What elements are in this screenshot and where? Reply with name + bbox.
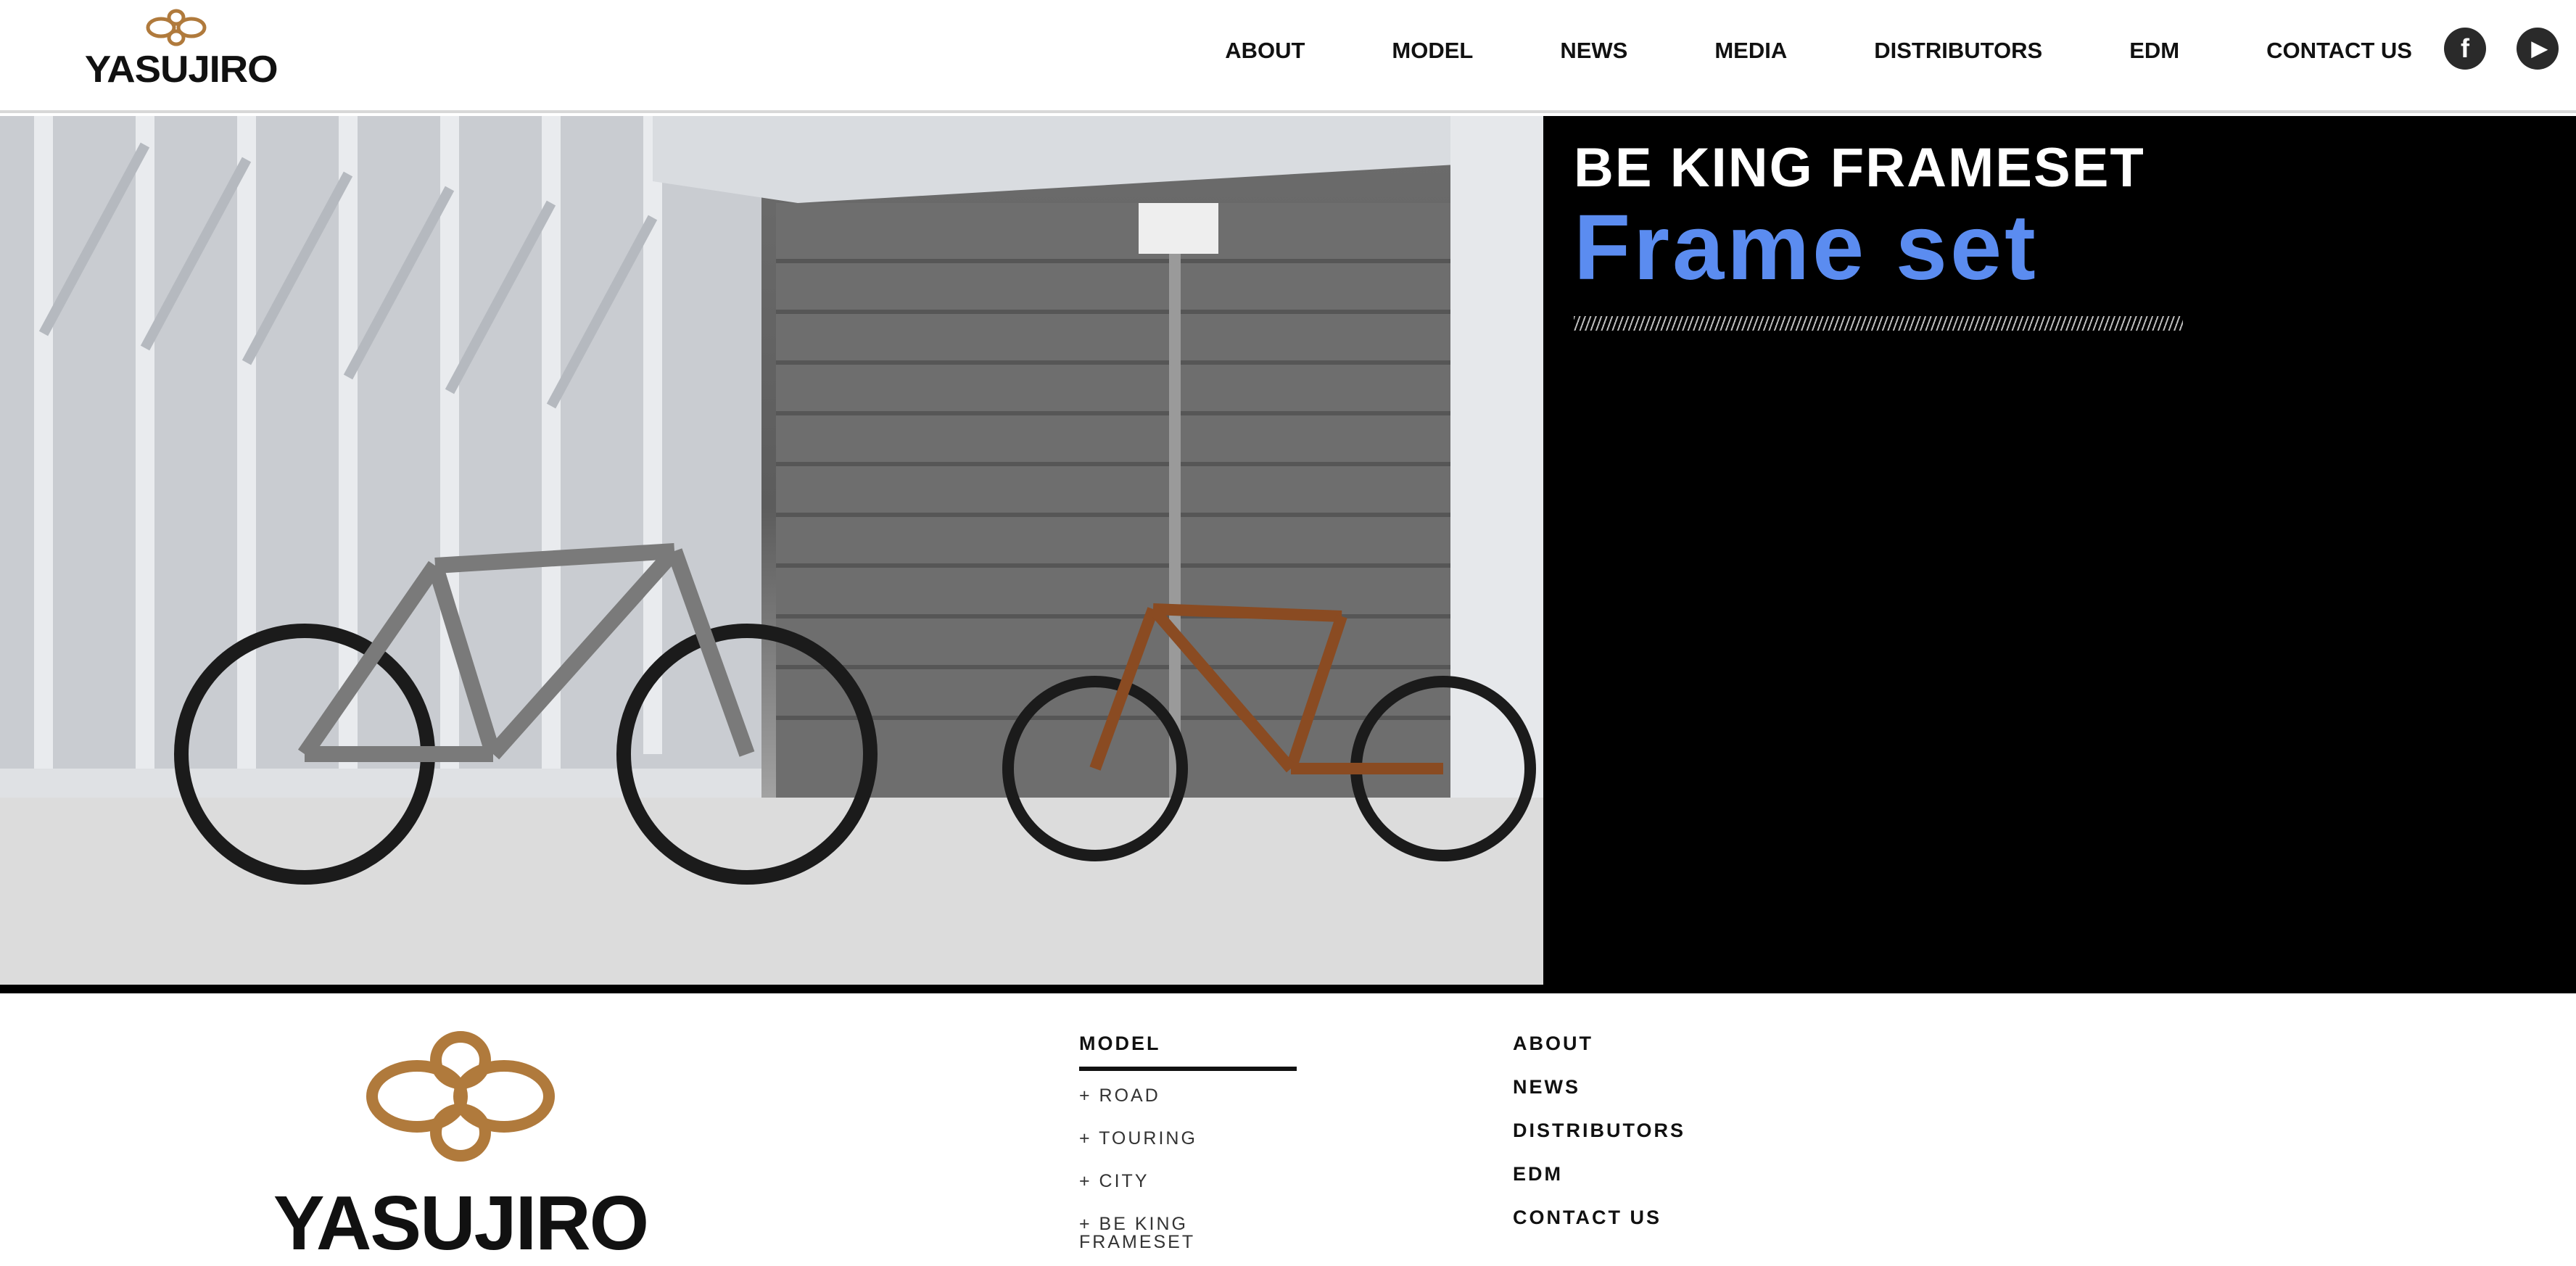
nav-edm[interactable]: EDM <box>2129 38 2179 64</box>
nav-news[interactable]: NEWS <box>1560 38 1627 64</box>
brand-wordmark: YASUJIRO <box>84 49 278 91</box>
footer-model-column: MODEL + ROAD + TOURING + CITY + BE KING … <box>1079 1034 1297 1251</box>
site-footer: YASUJIRO MODEL + ROAD + TOURING + CITY +… <box>0 993 2576 1262</box>
nav-model[interactable]: MODEL <box>1392 38 1473 64</box>
infinity-knot-icon <box>366 1031 555 1162</box>
footer-link-edm[interactable]: EDM <box>1513 1164 1685 1184</box>
footer-heading-underline <box>1079 1067 1297 1071</box>
footer-link-contact-us[interactable]: CONTACT US <box>1513 1208 1685 1228</box>
infinity-knot-icon <box>146 9 207 46</box>
nav-media[interactable]: MEDIA <box>1714 38 1787 64</box>
hero-section: BE KING FRAMESET Frame set <box>0 116 2576 993</box>
facebook-icon[interactable]: f <box>2444 28 2486 70</box>
footer-link-news[interactable]: NEWS <box>1513 1077 1685 1097</box>
footer-link-touring[interactable]: + TOURING <box>1079 1130 1297 1148</box>
nav-contact-us[interactable]: CONTACT US <box>2266 38 2412 64</box>
footer-links-column: ABOUT NEWS DISTRIBUTORS EDM CONTACT US <box>1513 1034 1685 1251</box>
brand-logo[interactable]: YASUJIRO <box>78 7 278 90</box>
footer-link-be-king-frameset[interactable]: + BE KING FRAMESET <box>1079 1215 1297 1251</box>
footer-logo[interactable]: YASUJIRO <box>254 1024 667 1263</box>
footer-model-heading[interactable]: MODEL <box>1079 1034 1297 1054</box>
facebook-glyph: f <box>2461 33 2469 63</box>
nav-about[interactable]: ABOUT <box>1225 38 1305 64</box>
youtube-icon[interactable]: ▶ <box>2517 28 2559 70</box>
hatched-divider <box>1574 316 2183 331</box>
footer-wordmark: YASUJIRO <box>273 1180 649 1266</box>
site-header: YASUJIRO ABOUT MODEL NEWS MEDIA DISTRIBU… <box>0 0 2576 113</box>
nav-distributors[interactable]: DISTRIBUTORS <box>1874 38 2042 64</box>
youtube-glyph: ▶ <box>2531 37 2548 59</box>
main-nav: ABOUT MODEL NEWS MEDIA DISTRIBUTORS EDM … <box>1225 35 2412 67</box>
hero-subtitle: Frame set <box>1574 196 2039 299</box>
footer-link-city[interactable]: + CITY <box>1079 1172 1297 1191</box>
footer-link-distributors[interactable]: DISTRIBUTORS <box>1513 1121 1685 1141</box>
bikes-illustration <box>0 116 1543 985</box>
footer-link-about[interactable]: ABOUT <box>1513 1034 1685 1054</box>
hero-title: BE KING FRAMESET <box>1574 137 2145 199</box>
hero-photo <box>0 116 1543 985</box>
footer-link-road[interactable]: + ROAD <box>1079 1087 1297 1105</box>
hero-text-block: BE KING FRAMESET Frame set <box>1574 141 2183 331</box>
